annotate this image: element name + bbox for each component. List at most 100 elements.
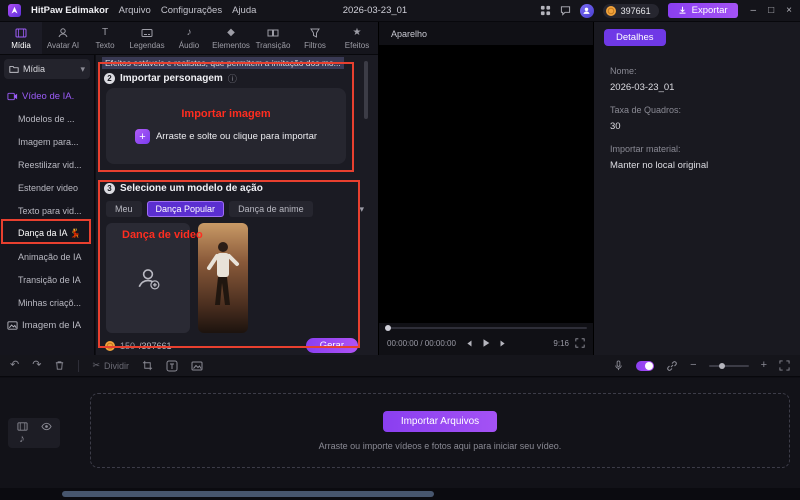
device-label: Aparelho bbox=[391, 29, 428, 39]
next-frame-icon[interactable] bbox=[499, 339, 508, 348]
feature-description: Efeitos estáveis e realistas, que permit… bbox=[102, 57, 344, 69]
credits-badge[interactable]: 397661 bbox=[602, 3, 659, 18]
tab-transicao[interactable]: Transição bbox=[252, 22, 294, 54]
close-button[interactable]: × bbox=[786, 5, 792, 16]
annotation-label-importar-imagem: Importar imagem bbox=[181, 108, 271, 120]
sidebar-section-video-ia[interactable]: Vídeo de IA. bbox=[4, 85, 90, 107]
user-avatar[interactable] bbox=[579, 3, 594, 18]
field-value-taxa: 30 bbox=[610, 121, 621, 132]
generate-button[interactable]: Gerar bbox=[305, 338, 358, 353]
tab-filtros[interactable]: Filtros bbox=[294, 22, 336, 54]
tab-detalhes[interactable]: Detalhes bbox=[604, 29, 666, 46]
import-character-dropzone[interactable]: Importar imagem + Arraste e solte ou cli… bbox=[106, 88, 346, 164]
minimize-button[interactable]: – bbox=[751, 5, 757, 16]
sidebar-item-danca-ia[interactable]: Dança da IA 💃 bbox=[4, 222, 90, 245]
sidebar-item-texto-para[interactable]: Texto para vid... bbox=[4, 199, 90, 222]
timeline-area: ♪ Importar Arquivos Arraste ou importe v… bbox=[0, 378, 800, 488]
sidebar-item-reestilizar[interactable]: Reestilizar vid... bbox=[4, 153, 90, 176]
field-label-nome: Nome: bbox=[610, 66, 637, 76]
model-card-list bbox=[106, 223, 248, 333]
scrubber-handle[interactable] bbox=[385, 325, 391, 331]
menu-ajuda[interactable]: Ajuda bbox=[232, 5, 256, 16]
model-tab-meu[interactable]: Meu bbox=[106, 201, 142, 217]
import-files-button[interactable]: Importar Arquivos bbox=[382, 410, 498, 432]
apps-grid-icon[interactable] bbox=[540, 5, 551, 16]
track-eye-icon[interactable] bbox=[40, 421, 52, 432]
preview-panel: Aparelho 00:00:00 / 00:00:00 9:16 bbox=[378, 22, 594, 355]
elements-icon: ◆ bbox=[227, 26, 235, 38]
model-category-tabs: Meu Dança Popular Dança de anime ▾ bbox=[106, 201, 364, 217]
menu-arquivo[interactable]: Arquivo bbox=[119, 5, 151, 16]
details-panel: Detalhes Nome: 2026-03-23_01 Taxa de Qua… bbox=[594, 22, 800, 355]
link-icon[interactable] bbox=[666, 360, 678, 372]
aspect-ratio-selector[interactable]: 9:16 bbox=[553, 339, 569, 348]
tab-avatar-ai[interactable]: Avatar AI bbox=[42, 22, 84, 54]
zoom-slider[interactable] bbox=[708, 362, 749, 369]
video-canvas bbox=[379, 45, 593, 323]
timeline-dropzone[interactable]: Importar Arquivos Arraste ou importe víd… bbox=[90, 393, 790, 468]
scissors-icon: ✂ bbox=[92, 360, 100, 370]
menu-configuracoes[interactable]: Configurações bbox=[161, 5, 222, 16]
timeline-hint: Arraste ou importe vídeos e fotos aqui p… bbox=[318, 440, 562, 451]
sidebar-item-minhas-criacoes[interactable]: Minhas criaçõ... bbox=[4, 291, 90, 314]
image-ai-icon bbox=[7, 320, 18, 330]
sidebar-section-imagem-ia[interactable]: Imagem de IA bbox=[4, 314, 90, 336]
split-button[interactable]: ✂ Dividir bbox=[92, 360, 129, 371]
fit-timeline-icon[interactable] bbox=[779, 360, 790, 371]
dropzone-label: Arraste e solte ou clique para importar bbox=[155, 131, 318, 142]
undo-icon[interactable]: ↶ bbox=[10, 360, 19, 371]
track-film-icon[interactable] bbox=[16, 421, 28, 432]
tab-audio[interactable]: ♪ Áudio bbox=[168, 22, 210, 54]
sidebar-item-modelos[interactable]: Modelos de ... bbox=[4, 107, 90, 130]
sidebar-item-animacao[interactable]: Animação de IA bbox=[4, 245, 90, 268]
chevron-down-icon[interactable]: ▾ bbox=[359, 204, 364, 215]
maximize-button[interactable]: □ bbox=[768, 5, 774, 16]
dance-model-thumbnail[interactable] bbox=[198, 223, 248, 333]
add-text-icon[interactable] bbox=[166, 360, 178, 372]
step2-badge: 2 bbox=[104, 73, 115, 84]
tab-texto[interactable]: T Texto bbox=[84, 22, 126, 54]
ripple-toggle[interactable] bbox=[636, 360, 655, 371]
crop-icon[interactable] bbox=[142, 360, 153, 371]
microphone-icon[interactable] bbox=[613, 360, 624, 371]
zoom-in-icon[interactable]: + bbox=[761, 360, 767, 371]
avatar-ai-icon bbox=[57, 27, 69, 39]
timecode: 00:00:00 / 00:00:00 bbox=[387, 339, 456, 348]
ribbon-tabs: Mídia Avatar AI T Texto Legendas ♪ Áudio… bbox=[0, 22, 378, 55]
tab-elementos[interactable]: ◆ Elementos bbox=[210, 22, 252, 54]
text-icon: T bbox=[101, 26, 109, 38]
credits-balance: /397661 bbox=[139, 340, 172, 351]
pip-image-icon[interactable] bbox=[191, 360, 203, 372]
zoom-out-icon[interactable]: − bbox=[690, 360, 696, 371]
sidebar-item-imagem-para[interactable]: Imagem para... bbox=[4, 130, 90, 153]
plus-icon: + bbox=[134, 129, 150, 144]
custom-model-card[interactable] bbox=[106, 223, 190, 333]
panel-scrollbar[interactable] bbox=[364, 61, 368, 119]
redo-icon[interactable]: ↷ bbox=[32, 360, 41, 371]
tab-efeitos[interactable]: ★ Efeitos bbox=[336, 22, 378, 54]
step3-badge: 3 bbox=[104, 183, 115, 194]
timeline-toolbar: ↶ ↷ ✂ Dividir − + bbox=[0, 355, 800, 377]
tab-midia[interactable]: Mídia bbox=[0, 22, 42, 54]
tab-legendas[interactable]: Legendas bbox=[126, 22, 168, 54]
model-tab-danca-popular[interactable]: Dança Popular bbox=[146, 201, 225, 217]
media-dropdown[interactable]: Mídia ▾ bbox=[4, 59, 90, 79]
previous-frame-icon[interactable] bbox=[464, 339, 473, 348]
sidebar-item-estender[interactable]: Estender video bbox=[4, 176, 90, 199]
model-tab-danca-anime[interactable]: Dança de anime bbox=[229, 201, 313, 217]
download-icon bbox=[679, 6, 686, 14]
feedback-chat-icon[interactable] bbox=[560, 5, 571, 16]
zoom-slider-handle[interactable] bbox=[718, 362, 725, 369]
credits-cost: 150 bbox=[120, 340, 136, 351]
fullscreen-icon[interactable] bbox=[575, 338, 585, 348]
export-button[interactable]: Exportar bbox=[667, 3, 738, 18]
info-icon[interactable]: ⓘ bbox=[228, 72, 237, 85]
track-audio-icon[interactable]: ♪ bbox=[19, 434, 25, 445]
preview-scrubber[interactable] bbox=[385, 325, 587, 331]
video-ai-icon bbox=[7, 92, 18, 100]
sidebar-item-transicao-ia[interactable]: Transição de IA bbox=[4, 268, 90, 291]
delete-icon[interactable] bbox=[54, 360, 65, 371]
horizontal-scrollbar[interactable] bbox=[62, 491, 434, 497]
play-icon[interactable] bbox=[481, 338, 491, 348]
preview-controls: 00:00:00 / 00:00:00 9:16 bbox=[387, 336, 585, 352]
